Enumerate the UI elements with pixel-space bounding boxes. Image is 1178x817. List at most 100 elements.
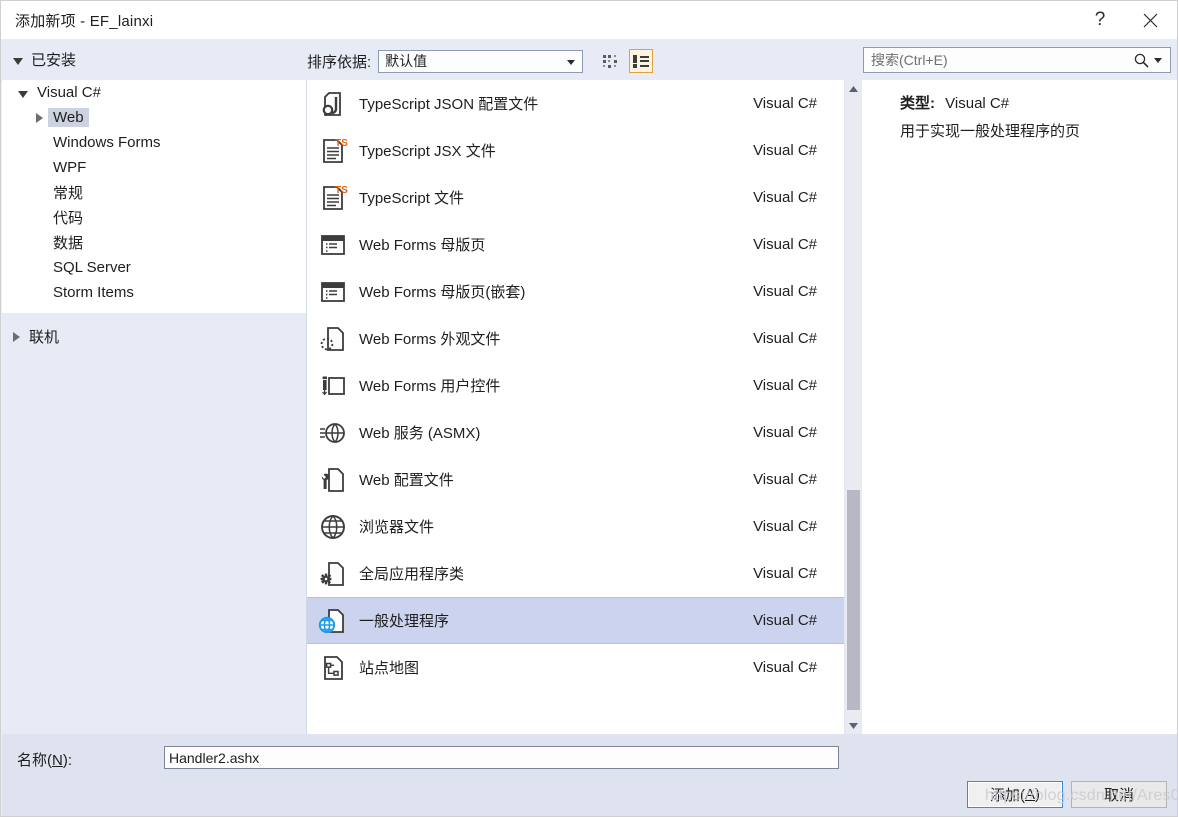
list-view-icon bbox=[633, 54, 650, 68]
sidebar-item-web[interactable]: Web bbox=[2, 105, 306, 130]
help-button[interactable]: ? bbox=[1077, 1, 1123, 39]
sort-by-value: 默认值 bbox=[385, 53, 428, 69]
list-item-language: Visual C# bbox=[753, 659, 817, 676]
list-item-language: Visual C# bbox=[753, 471, 817, 488]
sidebar-item-code[interactable]: 代码 bbox=[2, 205, 306, 230]
add-new-item-dialog: 添加新项 - EF_lainxi ? 已安装 排序依据: 默认值 搜索(Ctrl… bbox=[0, 0, 1178, 817]
close-icon bbox=[1143, 13, 1157, 27]
list-item[interactable]: Web Forms 母版页(嵌套) Visual C# bbox=[307, 268, 844, 315]
sidebar-item-online[interactable]: 联机 bbox=[13, 326, 59, 347]
web-forms-nested-master-page-icon bbox=[307, 277, 359, 307]
list-item[interactable]: TS TypeScript 文件 Visual C# bbox=[307, 174, 844, 221]
list-item-name: Web Forms 外观文件 bbox=[359, 331, 501, 348]
sidebar-item-data[interactable]: 数据 bbox=[2, 230, 306, 255]
chevron-right-icon[interactable] bbox=[30, 112, 48, 123]
list-item[interactable]: 全局应用程序类 Visual C# bbox=[307, 550, 844, 597]
global-application-class-icon bbox=[307, 559, 359, 589]
chevron-down-icon bbox=[13, 57, 23, 65]
sidebar-item-general[interactable]: 常规 bbox=[2, 180, 306, 205]
typescript-json-config-icon bbox=[307, 89, 359, 119]
sidebar-item-wpf[interactable]: WPF bbox=[2, 155, 306, 180]
list-item-name: TypeScript JSON 配置文件 bbox=[359, 96, 539, 113]
details-pane: 类型: Visual C# 用于实现一般处理程序的页 bbox=[862, 80, 1177, 734]
list-item-language: Visual C# bbox=[753, 565, 817, 582]
cancel-button[interactable]: 取消 bbox=[1071, 781, 1167, 808]
web-config-file-icon bbox=[307, 465, 359, 495]
list-item-name: Web Forms 用户控件 bbox=[359, 378, 501, 395]
list-item[interactable]: TypeScript JSON 配置文件 Visual C# bbox=[307, 80, 844, 127]
add-button[interactable]: 添加(A) bbox=[967, 781, 1063, 808]
category-tree: Visual C# Web Windows Forms WPF 常规 代码 数据… bbox=[2, 80, 307, 313]
list-item-language: Visual C# bbox=[753, 142, 817, 159]
scroll-up-arrow-icon[interactable] bbox=[845, 80, 862, 97]
sidebar-item-label: 联机 bbox=[29, 329, 60, 346]
grid-view-button[interactable] bbox=[598, 49, 622, 73]
search-icon bbox=[1134, 53, 1149, 68]
list-item-name: TypeScript 文件 bbox=[359, 190, 465, 207]
sidebar-item-label: 代码 bbox=[53, 210, 84, 227]
typescript-file-icon: TS bbox=[307, 183, 359, 213]
list-item[interactable]: Web 配置文件 Visual C# bbox=[307, 456, 844, 503]
sidebar-item-sql-server[interactable]: SQL Server bbox=[2, 255, 306, 280]
sidebar-lower-panel bbox=[2, 313, 307, 734]
list-item-language: Visual C# bbox=[753, 424, 817, 441]
template-list: TypeScript JSON 配置文件 Visual C# TS TypeSc… bbox=[307, 80, 844, 734]
installed-header[interactable]: 已安装 bbox=[13, 49, 76, 70]
scrollbar-thumb[interactable] bbox=[847, 490, 860, 710]
sort-control-group: 排序依据: 默认值 bbox=[307, 49, 654, 73]
web-service-icon bbox=[307, 418, 359, 448]
typescript-jsx-file-icon: TS bbox=[307, 136, 359, 166]
list-item[interactable]: 浏览器文件 Visual C# bbox=[307, 503, 844, 550]
list-item[interactable]: 站点地图 Visual C# bbox=[307, 644, 844, 691]
list-item-language: Visual C# bbox=[753, 95, 817, 112]
sidebar-item-label: Windows Forms bbox=[53, 134, 161, 151]
generic-handler-icon bbox=[307, 606, 359, 636]
list-item-language: Visual C# bbox=[753, 612, 817, 629]
search-input[interactable]: 搜索(Ctrl+E) bbox=[864, 50, 1133, 70]
installed-label: 已安装 bbox=[31, 52, 77, 69]
list-item-name: Web Forms 母版页 bbox=[359, 237, 486, 254]
list-item[interactable]: Web 服务 (ASMX) Visual C# bbox=[307, 409, 844, 456]
chevron-down-icon[interactable] bbox=[14, 88, 32, 98]
sort-label: 排序依据: bbox=[307, 53, 372, 71]
list-item[interactable]: TS TypeScript JSX 文件 Visual C# bbox=[307, 127, 844, 174]
close-button[interactable] bbox=[1127, 1, 1173, 39]
search-box[interactable]: 搜索(Ctrl+E) bbox=[863, 47, 1171, 73]
sidebar-item-storm-items[interactable]: Storm Items bbox=[2, 280, 306, 305]
list-item-name: TypeScript JSX 文件 bbox=[359, 143, 496, 160]
list-item-name: 浏览器文件 bbox=[359, 519, 435, 536]
grid-view-icon bbox=[602, 54, 618, 68]
tree-root-visual-csharp[interactable]: Visual C# bbox=[2, 80, 306, 105]
chevron-down-icon bbox=[567, 59, 576, 65]
list-scrollbar[interactable] bbox=[844, 80, 862, 734]
browser-file-icon bbox=[307, 512, 359, 542]
name-input[interactable] bbox=[164, 746, 839, 769]
sidebar-item-label: 数据 bbox=[53, 235, 84, 252]
list-item-name: Web 配置文件 bbox=[359, 472, 454, 489]
list-item-name: Web 服务 (ASMX) bbox=[359, 425, 481, 442]
svg-text:TS: TS bbox=[335, 185, 348, 196]
list-item[interactable]: Web Forms 外观文件 Visual C# bbox=[307, 315, 844, 362]
item-type-value: Visual C# bbox=[945, 95, 1010, 112]
search-dropdown-icon[interactable] bbox=[1154, 57, 1162, 63]
list-item-selected[interactable]: 一般处理程序 Visual C# bbox=[307, 597, 844, 644]
list-item-language: Visual C# bbox=[753, 518, 817, 535]
list-item[interactable]: Web Forms 用户控件 Visual C# bbox=[307, 362, 844, 409]
web-forms-master-page-icon bbox=[307, 230, 359, 260]
list-item-language: Visual C# bbox=[753, 236, 817, 253]
sidebar-item-label: 常规 bbox=[53, 185, 84, 202]
sidebar-item-label: SQL Server bbox=[53, 259, 131, 276]
sidebar-item-windows-forms[interactable]: Windows Forms bbox=[2, 130, 306, 155]
sort-by-dropdown[interactable]: 默认值 bbox=[378, 49, 584, 73]
web-forms-user-control-icon bbox=[307, 371, 359, 401]
list-item-language: Visual C# bbox=[753, 377, 817, 394]
list-item-language: Visual C# bbox=[753, 189, 817, 206]
sidebar-item-label: Storm Items bbox=[53, 284, 134, 301]
name-field-label: 名称(N): bbox=[17, 752, 73, 769]
list-item-name: 站点地图 bbox=[359, 660, 420, 677]
title-bar: 添加新项 - EF_lainxi ? bbox=[1, 1, 1177, 39]
list-item[interactable]: Web Forms 母版页 Visual C# bbox=[307, 221, 844, 268]
list-view-button[interactable] bbox=[629, 49, 654, 73]
list-item-name: 一般处理程序 bbox=[359, 613, 450, 630]
scroll-down-arrow-icon[interactable] bbox=[845, 717, 862, 734]
